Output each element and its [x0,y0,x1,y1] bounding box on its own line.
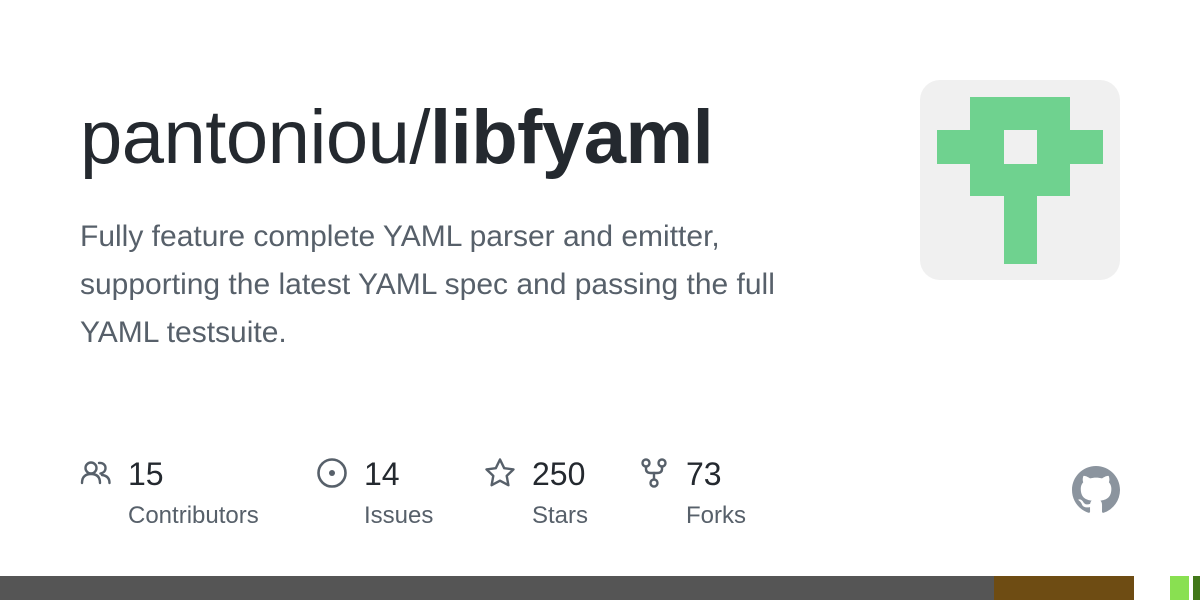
repo-social-card: pantoniou/libfyaml Fully feature complet… [0,0,1200,600]
language-bar-segment [1169,576,1190,600]
github-logo-icon[interactable] [1072,466,1120,514]
contributors-count: 15 [128,456,164,492]
star-icon [485,458,515,487]
identicon-image [937,97,1103,264]
people-icon [80,461,111,485]
contributors-label: Contributors [128,502,259,529]
issue-opened-icon [317,458,347,488]
language-bar [0,576,1200,600]
issues-count: 14 [364,456,400,492]
repo-owner[interactable]: pantoniou/ [80,95,431,180]
issues-label: Issues [364,502,434,529]
language-bar-segment [1133,576,1170,600]
forks-label: Forks [686,502,746,529]
stars-label: Stars [532,502,589,529]
repo-name[interactable]: libfyaml [430,95,714,180]
repo-forked-icon [641,458,667,488]
owner-avatar[interactable] [920,80,1120,280]
stars-count: 250 [532,456,586,492]
language-bar-segment [993,576,1134,600]
language-bar-segment [1192,576,1200,600]
language-bar-segment [0,576,994,600]
forks-count: 73 [686,456,722,492]
repo-title[interactable]: pantoniou/libfyaml [80,88,714,188]
repo-description: Fully feature complete YAML parser and e… [80,220,775,349]
